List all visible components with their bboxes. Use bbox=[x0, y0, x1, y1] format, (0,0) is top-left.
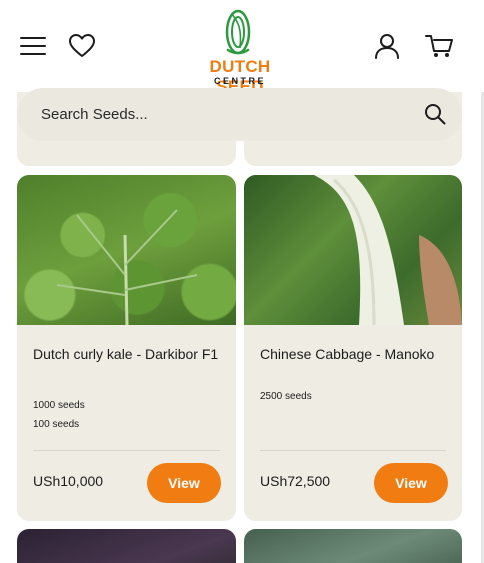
brand-logo[interactable]: DUTCH SEED CENTRE bbox=[190, 8, 290, 96]
search-icon[interactable] bbox=[422, 101, 448, 127]
product-card-next-left[interactable] bbox=[17, 529, 236, 563]
view-button[interactable]: View bbox=[374, 463, 448, 503]
product-card-next-right[interactable] bbox=[244, 529, 462, 563]
product-title[interactable]: Chinese Cabbage - Manoko bbox=[260, 342, 448, 366]
seed-logo-icon bbox=[225, 9, 251, 55]
page: DUTCH SEED CENTRE Dutch curly kale - Dar… bbox=[0, 0, 484, 563]
variant-option: 2500 seeds bbox=[260, 391, 312, 402]
card-divider bbox=[33, 450, 220, 451]
product-card[interactable]: Chinese Cabbage - Manoko 2500 seeds USh7… bbox=[244, 175, 462, 521]
variant-list: 1000 seeds 100 seeds bbox=[33, 396, 85, 434]
search-input[interactable] bbox=[41, 88, 401, 141]
search-bar bbox=[17, 88, 462, 141]
product-price: USh72,500 bbox=[260, 473, 331, 489]
product-title[interactable]: Dutch curly kale - Darkibor F1 bbox=[33, 342, 221, 366]
wishlist-heart-icon[interactable] bbox=[66, 30, 98, 62]
kale-leaves-graphic bbox=[56, 209, 198, 325]
variant-option: 100 seeds bbox=[33, 419, 80, 430]
menu-icon[interactable] bbox=[17, 30, 49, 62]
product-price: USh10,000 bbox=[33, 473, 104, 489]
cabbage-graphic bbox=[314, 175, 462, 325]
view-button[interactable]: View bbox=[147, 463, 221, 503]
product-card[interactable]: Dutch curly kale - Darkibor F1 1000 seed… bbox=[17, 175, 236, 521]
account-user-icon[interactable] bbox=[371, 30, 403, 62]
variant-list: 2500 seeds bbox=[260, 387, 312, 406]
product-image-kale[interactable] bbox=[17, 175, 236, 325]
product-image-chinese-cabbage[interactable] bbox=[244, 175, 462, 325]
card-divider bbox=[260, 450, 446, 451]
site-header: DUTCH SEED CENTRE bbox=[0, 0, 484, 96]
variant-option: 1000 seeds bbox=[33, 400, 85, 411]
logo-sub-text: CENTRE bbox=[213, 76, 266, 86]
cart-icon[interactable] bbox=[424, 30, 456, 62]
